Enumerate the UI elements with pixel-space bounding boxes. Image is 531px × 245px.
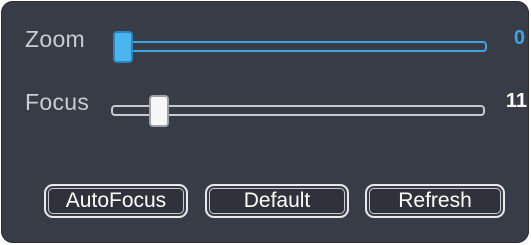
focus-slider-handle[interactable]	[149, 95, 169, 127]
default-button[interactable]: Default	[205, 184, 349, 218]
focus-label: Focus	[25, 89, 90, 115]
zoom-slider-track[interactable]	[113, 41, 487, 52]
autofocus-button[interactable]: AutoFocus	[44, 184, 188, 218]
focus-value: 11	[505, 90, 527, 112]
zoom-label: Zoom	[25, 26, 85, 52]
zoom-value: 0	[513, 27, 525, 49]
refresh-button[interactable]: Refresh	[365, 184, 505, 218]
zoom-slider-handle[interactable]	[113, 31, 133, 63]
ptz-lens-panel: Zoom 0 Focus 11 AutoFocus Default Refres…	[1, 1, 529, 243]
